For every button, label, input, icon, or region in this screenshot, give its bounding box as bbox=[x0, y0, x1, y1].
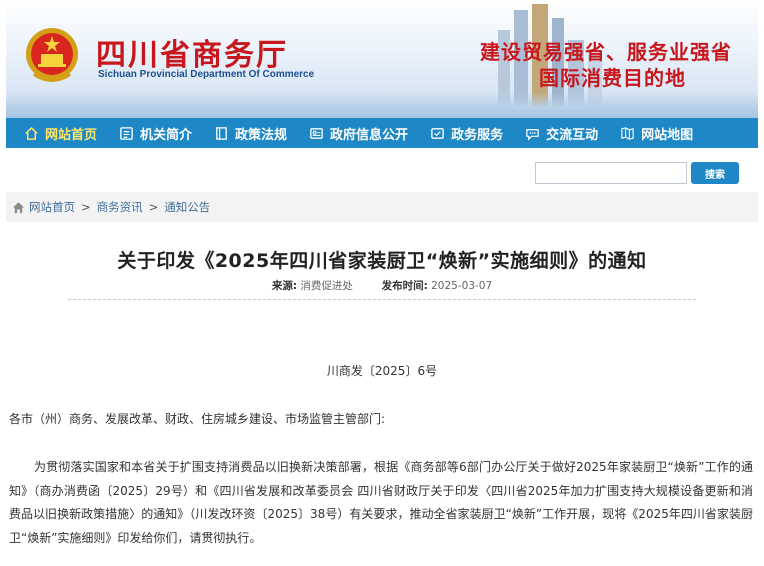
nav-item-label: 政务服务 bbox=[451, 127, 504, 143]
nav-item-label: 网站首页 bbox=[45, 127, 98, 143]
breadcrumb-news-link[interactable]: 商务资讯 bbox=[97, 199, 143, 215]
nav-item-label: 网站地图 bbox=[641, 127, 694, 143]
document-icon bbox=[309, 126, 324, 141]
nav-item-label: 交流互动 bbox=[546, 127, 599, 143]
nav-item-interaction[interactable]: 交流互动 bbox=[525, 118, 598, 148]
search-input[interactable] bbox=[535, 162, 687, 184]
nav-item-label: 政府信息公开 bbox=[330, 127, 409, 143]
recipients-line: 各市（州）商务、发展改革、财政、住房城乡建设、市场监管主管部门: bbox=[9, 412, 386, 426]
service-icon bbox=[430, 126, 445, 141]
article-title: 关于印发《2025年四川省家装厨卫“焕新”实施细则》的通知 bbox=[117, 250, 647, 272]
nav-item-about[interactable]: 机关简介 bbox=[119, 118, 192, 148]
list-icon bbox=[119, 126, 134, 141]
chat-icon bbox=[525, 126, 540, 141]
breadcrumb-notices-link[interactable]: 通知公告 bbox=[164, 199, 210, 215]
main-nav: 网站首页 机关简介 政策法规 政府信息公开 政务服务 交流互动 网站地图 bbox=[6, 118, 758, 148]
nav-item-label: 机关简介 bbox=[140, 127, 193, 143]
slogan-line-2: 国际消费目的地 bbox=[539, 66, 686, 90]
document-number: 川商发〔2025〕6号 bbox=[326, 364, 438, 378]
site-subtitle: Sichuan Provincial Department Of Commerc… bbox=[98, 69, 315, 80]
header-banner: 四川省商务厅 Sichuan Provincial Department Of … bbox=[6, 0, 758, 118]
nav-item-sitemap[interactable]: 网站地图 bbox=[620, 118, 693, 148]
title-divider bbox=[68, 299, 696, 300]
breadcrumb-separator: > bbox=[81, 200, 91, 214]
search-button[interactable]: 搜索 bbox=[691, 162, 739, 184]
river-decoration bbox=[6, 92, 758, 118]
article-body: 为贯彻落实国家和本省关于扩围支持消费品以旧换新决策部署，根据《商务部等6部门办公… bbox=[9, 460, 753, 545]
book-icon bbox=[214, 126, 229, 141]
nav-item-home[interactable]: 网站首页 bbox=[24, 118, 97, 148]
site-title: 四川省商务厅 bbox=[96, 38, 288, 73]
nav-item-services[interactable]: 政务服务 bbox=[430, 118, 503, 148]
nav-item-label: 政策法规 bbox=[235, 127, 288, 143]
source-label: 来源: bbox=[271, 280, 298, 292]
map-icon bbox=[620, 126, 635, 141]
source-value: 消费促进处 bbox=[300, 280, 353, 292]
breadcrumb-home-link[interactable]: 网站首页 bbox=[29, 199, 75, 215]
date-value: 2025-03-07 bbox=[431, 280, 493, 292]
home-icon bbox=[12, 201, 25, 213]
breadcrumb-separator: > bbox=[148, 200, 159, 214]
article-meta: 来源: 消费促进处 发布时间: 2025-03-07 bbox=[0, 278, 764, 293]
breadcrumb: 网站首页 > 商务资讯 > 通知公告 bbox=[6, 192, 758, 222]
nav-item-gov-info[interactable]: 政府信息公开 bbox=[309, 118, 408, 148]
date-label: 发布时间: bbox=[381, 280, 428, 292]
nav-item-policy[interactable]: 政策法规 bbox=[214, 118, 287, 148]
home-icon bbox=[24, 126, 39, 141]
slogan-line-1: 建设贸易强省、服务业强省 bbox=[480, 40, 732, 64]
national-emblem-icon bbox=[26, 28, 78, 82]
